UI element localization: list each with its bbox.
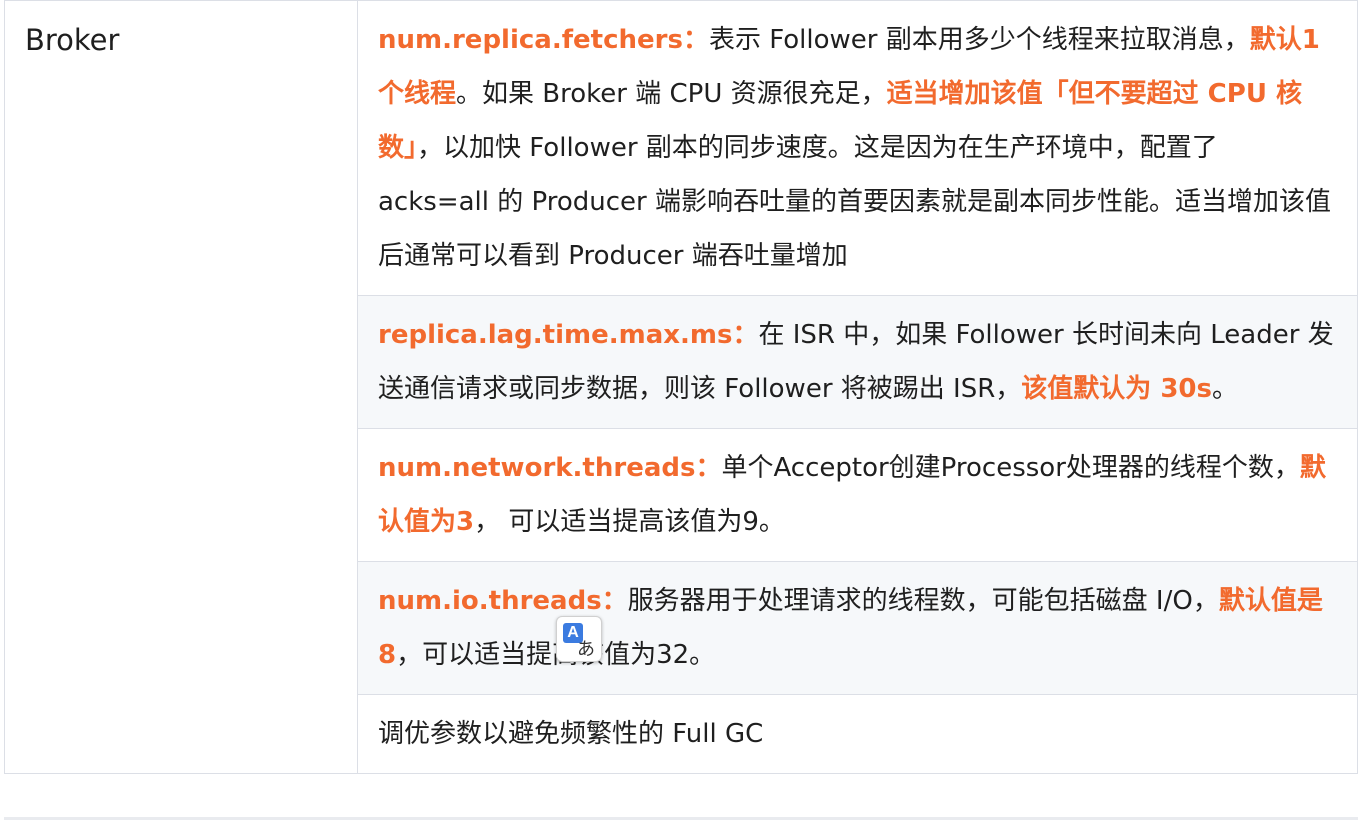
param-key: num.replica.fetchers： [378, 25, 709, 55]
text-run: ，以加快 Follower 副本的同步速度。这是因为在生产环境中，配置了 ack… [378, 133, 1331, 271]
text-run: 服务器用于处理请求的线程数，可能包括磁盘 I/O， [627, 586, 1219, 616]
text-run: 。 [1212, 374, 1239, 404]
table-row: Broker num.replica.fetchers：表示 Follower … [4, 0, 1358, 774]
param-cell-1: replica.lag.time.max.ms：在 ISR 中，如果 Follo… [357, 295, 1358, 429]
settings-table-wrapper: Broker num.replica.fetchers：表示 Follower … [4, 0, 1358, 820]
param-cell-2: num.network.threads：单个Acceptor创建Processo… [357, 428, 1358, 562]
param-cell-3: num.io.threads：服务器用于处理请求的线程数，可能包括磁盘 I/O，… [357, 561, 1358, 695]
param-key: num.network.threads： [378, 453, 722, 483]
text-run: 。如果 Broker 端 CPU 资源很充足， [456, 79, 887, 109]
table-body: Broker num.replica.fetchers：表示 Follower … [4, 0, 1358, 774]
highlight-run: 该值默认为 30s [1021, 374, 1212, 404]
param-cell-0: num.replica.fetchers：表示 Follower 副本用多少个线… [357, 0, 1358, 296]
param-cell-4: 调优参数以避免频繁性的 Full GC [357, 694, 1358, 774]
param-key: replica.lag.time.max.ms： [378, 320, 759, 350]
param-key: num.io.threads： [378, 586, 628, 616]
text-run: ， 可以适当提高该值为9。 [474, 507, 785, 537]
translate-icon-glyph: あ [577, 639, 595, 660]
broker-params-table: Broker num.replica.fetchers：表示 Follower … [4, 0, 1358, 774]
text-run: 单个Acceptor创建Processor处理器的线程个数， [721, 453, 1300, 483]
category-cell: Broker [4, 0, 358, 774]
text-run: 调优参数以避免频繁性的 Full GC [378, 719, 764, 749]
text-run: 表示 Follower 副本用多少个线程来拉取消息， [708, 25, 1250, 55]
translate-popup-button[interactable]: A あ [556, 616, 602, 662]
